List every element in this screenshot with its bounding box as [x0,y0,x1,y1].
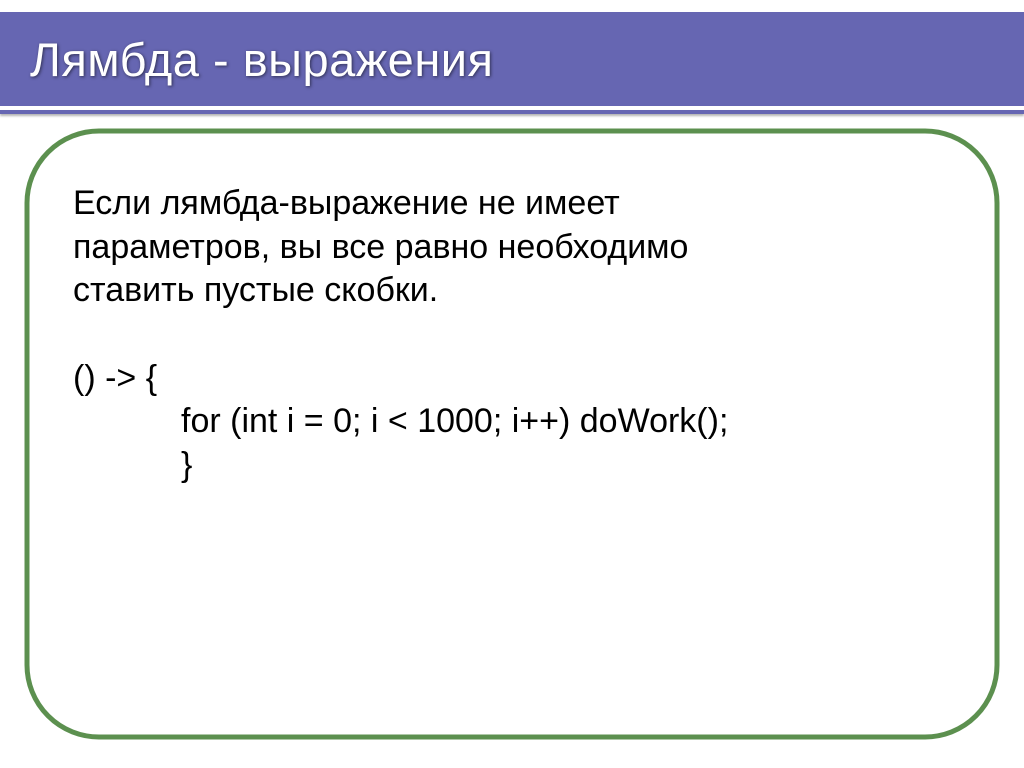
code-text: } [181,446,192,484]
code-line: } [73,444,964,488]
title-band: Лямбда - выражения [0,12,1024,106]
code-line: for (int i = 0; i < 1000; i++) doWork(); [73,400,964,444]
blank-line [73,313,964,357]
code-text: for (int i = 0; i < 1000; i++) doWork(); [181,402,728,440]
code-line: () -> { [73,357,964,401]
body-text: Если лямбда-выражение не имеет параметро… [73,182,964,487]
title-underline [0,110,1024,114]
paragraph-line: параметров, вы все равно необходимо [73,226,964,270]
slide: Лямбда - выражения Если лямбда-выражение… [0,0,1024,768]
paragraph-line: Если лямбда-выражение не имеет [73,182,964,226]
paragraph-line: ставить пустые скобки. [73,269,964,313]
slide-title: Лямбда - выражения [30,32,494,87]
